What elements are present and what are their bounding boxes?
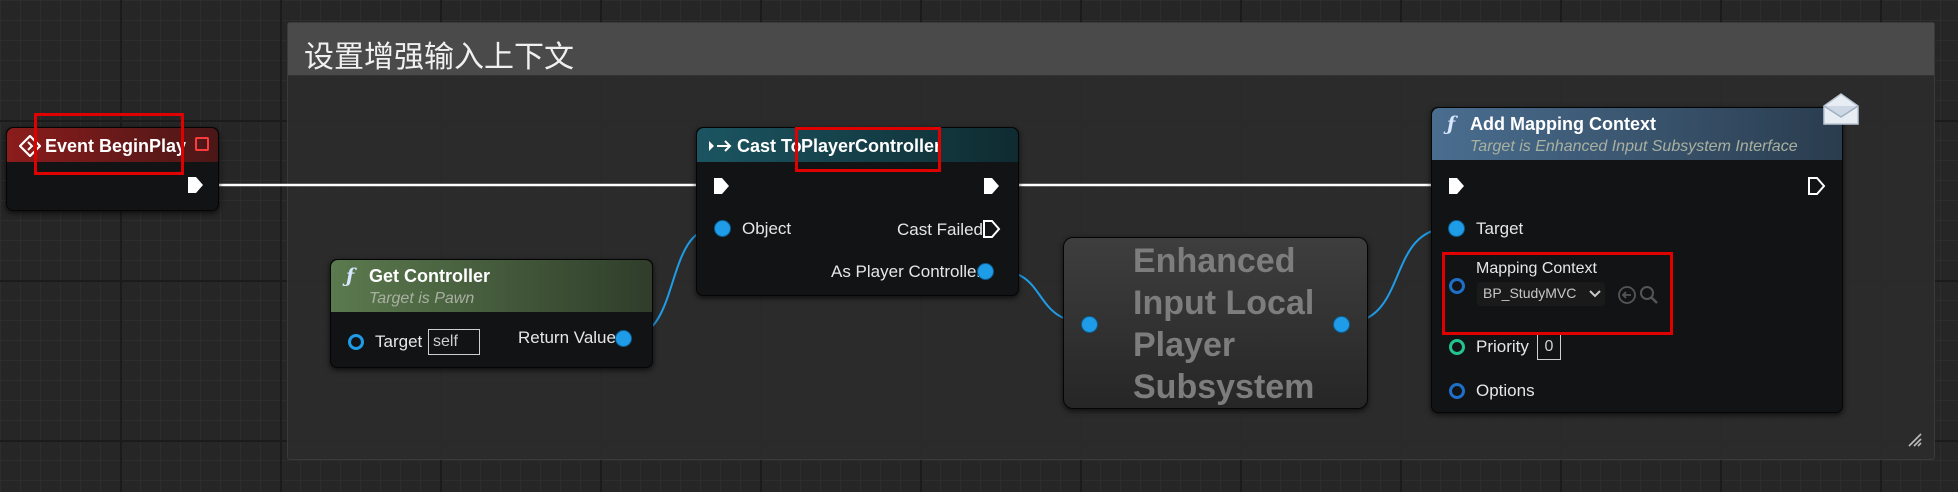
subsystem-out-pin[interactable] xyxy=(1334,317,1349,332)
object-label: Object xyxy=(742,219,792,238)
options-label: Options xyxy=(1476,381,1535,400)
node-title: Add Mapping Context xyxy=(1470,114,1656,134)
as-player-controller-label: As Player Controller xyxy=(831,262,983,281)
comment-header[interactable]: 设置增强输入上下文 xyxy=(288,23,1934,76)
object-pin[interactable] xyxy=(715,221,730,236)
subsystem-title-block: Enhanced Input Local Player Subsystem xyxy=(1133,240,1314,408)
event-beginplay-node[interactable]: Event BeginPlay xyxy=(6,127,219,211)
function-icon: ƒ xyxy=(1447,113,1456,135)
exec-in-pin[interactable] xyxy=(711,176,731,196)
exec-out-pin[interactable] xyxy=(1806,176,1826,196)
node-title: Event BeginPlay xyxy=(45,136,187,156)
return-value-pin[interactable] xyxy=(616,331,631,346)
cast-to-playercontroller-node[interactable]: Cast To PlayerController Object Cast Fai… xyxy=(696,127,1019,296)
node-subtitle: Target is Pawn xyxy=(369,290,475,307)
message-envelope-icon xyxy=(1823,93,1859,125)
get-controller-node[interactable]: ƒ Get Controller Target is Pawn Target s… xyxy=(330,259,653,368)
mapping-context-dropdown[interactable]: BP_StudyMVC xyxy=(1477,282,1605,306)
mapping-context-label: Mapping Context xyxy=(1476,260,1597,277)
browse-search-icon[interactable] xyxy=(1639,285,1659,305)
node-title-class: PlayerController xyxy=(801,136,942,156)
exec-in-pin[interactable] xyxy=(1446,176,1466,196)
dropdown-chevron-icon xyxy=(1589,290,1601,298)
node-title: Get Controller xyxy=(369,266,491,286)
options-pin[interactable] xyxy=(1449,383,1465,399)
node-title-prefix: Cast To xyxy=(737,136,802,156)
target-self-field[interactable]: self xyxy=(428,329,480,355)
add-mapping-context-node[interactable]: ƒ Add Mapping Context Target is Enhanced… xyxy=(1431,107,1843,413)
use-selected-icon[interactable] xyxy=(1617,285,1637,305)
delegate-pin[interactable] xyxy=(195,137,209,151)
exec-out-pin[interactable] xyxy=(185,175,205,195)
subsystem-title-line: Enhanced xyxy=(1133,242,1296,280)
mapping-context-value: BP_StudyMVC xyxy=(1483,285,1577,301)
as-player-controller-pin[interactable] xyxy=(978,264,993,279)
cast-arrow-icon xyxy=(709,140,732,152)
enhanced-input-subsystem-node[interactable]: Enhanced Input Local Player Subsystem xyxy=(1063,237,1368,409)
priority-label: Priority xyxy=(1476,337,1529,356)
mapping-context-pin[interactable] xyxy=(1449,278,1465,294)
function-icon: ƒ xyxy=(346,265,355,287)
target-label: Target xyxy=(1476,219,1524,238)
comment-title: 设置增强输入上下文 xyxy=(304,41,574,74)
event-diamond-icon xyxy=(19,135,41,157)
target-pin[interactable] xyxy=(348,334,364,350)
cast-failed-label: Cast Failed xyxy=(897,220,983,239)
cast-failed-exec-pin[interactable] xyxy=(981,219,1001,239)
subsystem-title-line: Subsystem xyxy=(1133,368,1315,406)
subsystem-in-pin[interactable] xyxy=(1082,317,1097,332)
priority-field[interactable]: 0 xyxy=(1537,334,1561,360)
resize-grip-icon[interactable] xyxy=(1908,433,1922,447)
node-subtitle: Target is Enhanced Input Subsystem Inter… xyxy=(1470,138,1798,155)
subsystem-title-line: Player xyxy=(1133,326,1236,364)
exec-out-pin[interactable] xyxy=(981,176,1001,196)
return-value-label: Return Value xyxy=(518,328,616,347)
priority-pin[interactable] xyxy=(1449,339,1465,355)
subsystem-title-line: Input Local xyxy=(1133,284,1315,322)
target-label: Target xyxy=(375,332,423,351)
target-pin[interactable] xyxy=(1449,221,1464,236)
